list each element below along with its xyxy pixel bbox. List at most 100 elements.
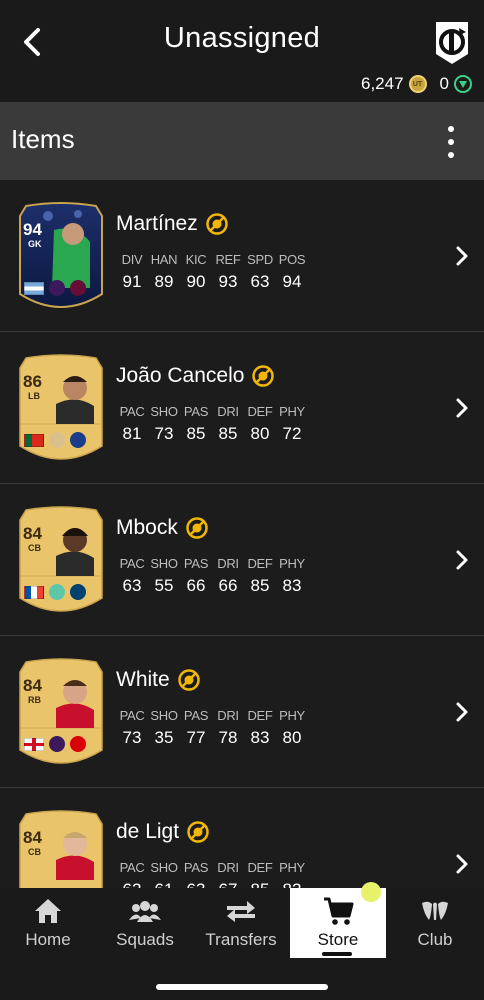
chevron-right-icon[interactable]: [452, 394, 472, 422]
stat-label: SHO: [150, 708, 178, 723]
card-position: LB: [28, 391, 40, 401]
stat-value: 91: [122, 272, 142, 291]
stat-value: 94: [282, 272, 302, 291]
card-position: GK: [28, 239, 42, 249]
player-card: 84 RB: [18, 658, 104, 774]
stat-label: DRI: [217, 708, 239, 723]
stat-value: 83: [282, 576, 302, 595]
stat: PAS 66: [180, 556, 212, 596]
stat-label: SHO: [150, 860, 178, 875]
france-flag-icon: [24, 585, 44, 599]
player-row[interactable]: 84 CB Mbock PAC 63 SHO 55 PAS 66 DRI 66 DEF 8…: [0, 484, 484, 636]
stat-label: KIC: [185, 252, 207, 267]
stat: PAS 63: [180, 860, 212, 888]
nav-home[interactable]: Home: [0, 888, 96, 958]
stat: PAS 85: [180, 404, 212, 444]
player-name: de Ligt: [116, 820, 209, 844]
fc-points-icon: [454, 75, 472, 93]
nav-label: Squads: [116, 930, 174, 949]
stat: REF 93: [212, 252, 244, 292]
nav-transfers[interactable]: Transfers: [193, 888, 289, 958]
stat-label: DEF: [247, 404, 273, 419]
stat-label: DIV: [121, 252, 143, 267]
chevron-right-icon[interactable]: [452, 242, 472, 270]
stat-value: 78: [218, 728, 238, 747]
player-stats: PAC 81 SHO 73 PAS 85 DRI 85 DEF 80 PHY 72: [116, 404, 308, 444]
stat: PHY 80: [276, 708, 308, 748]
stat-value: 93: [218, 272, 238, 291]
player-name-text: de Ligt: [116, 820, 180, 843]
page-title: Unassigned: [163, 22, 321, 54]
fc-logo-icon[interactable]: [432, 18, 472, 66]
stat-value: 85: [250, 576, 270, 595]
card-rating: 84: [23, 676, 42, 695]
untradeable-icon: [186, 517, 208, 539]
stat-value: 72: [282, 424, 302, 443]
stat-label: SHO: [150, 556, 178, 571]
stat-value: 67: [219, 880, 238, 888]
card-rating: 94: [23, 220, 42, 239]
card-position: CB: [28, 847, 41, 857]
stat-value: 62: [123, 880, 142, 888]
stat-value: 81: [122, 424, 142, 443]
bottom-navigation: Home Squads Transfers Store Club: [0, 882, 484, 1000]
stat: PAC 73: [116, 708, 148, 748]
store-cart-icon: [321, 896, 355, 926]
player-row[interactable]: 86 LB João Cancelo PAC 81 SHO 73 PAS 85 DRI…: [0, 332, 484, 484]
stat-label: PAC: [119, 556, 145, 571]
chevron-right-icon[interactable]: [452, 850, 472, 878]
player-stats: PAC 73 SHO 35 PAS 77 DRI 78 DEF 83 PHY 80: [116, 708, 308, 748]
player-card: 84 CB: [18, 506, 104, 622]
stat: DRI 78: [212, 708, 244, 748]
player-row[interactable]: 94 GK Martínez DIV 91 HAN 89 KIC 90 REF 93 S…: [0, 180, 484, 332]
chevron-right-icon[interactable]: [452, 546, 472, 574]
card-rating: 86: [23, 372, 42, 391]
more-options-icon[interactable]: [436, 124, 466, 160]
club-badge-icon: [70, 736, 86, 752]
player-name: Martínez: [116, 212, 228, 236]
stat: PAS 77: [180, 708, 212, 748]
currency-display: 6,247 UT 0: [361, 74, 472, 94]
chevron-right-icon[interactable]: [452, 698, 472, 726]
player-stats: PAC 62 SHO 61 PAS 63 DRI 67 DEF 85 PHY 82: [116, 860, 308, 888]
card-badges: [24, 736, 86, 752]
stat: DEF 83: [244, 708, 276, 748]
stat-value: 80: [282, 728, 302, 747]
nav-squads[interactable]: Squads: [97, 888, 193, 958]
stat-label: PAC: [119, 860, 145, 875]
stat-value: 63: [250, 272, 270, 291]
stat: PHY 83: [276, 556, 308, 596]
stat-value: 85: [251, 880, 270, 888]
card-rating: 84: [23, 524, 42, 543]
stat-value: 55: [154, 576, 174, 595]
card-badges: [24, 280, 86, 296]
league-badge-icon: [49, 432, 65, 448]
card-rating: 84: [23, 828, 42, 847]
nav-club[interactable]: Club: [387, 888, 483, 958]
stat-value: 90: [186, 272, 206, 291]
player-card: 94 GK: [18, 202, 104, 318]
stat-value: 73: [154, 424, 174, 443]
stat-label: SPD: [247, 252, 273, 267]
stat: DRI 66: [212, 556, 244, 596]
card-position: CB: [28, 543, 41, 553]
stat-value: 35: [154, 728, 174, 747]
stat: SHO 55: [148, 556, 180, 596]
card-badges: [24, 584, 86, 600]
stat: DEF 80: [244, 404, 276, 444]
nav-label: Home: [25, 930, 71, 949]
transfers-icon: [224, 896, 258, 926]
england-flag-icon: [24, 737, 44, 751]
nav-label: Store: [317, 930, 359, 949]
stat: HAN 89: [148, 252, 180, 292]
stat: SHO 35: [148, 708, 180, 748]
player-row[interactable]: 84 CB de Ligt PAC 62 SHO 61 PAS 63 DRI 67 DE…: [0, 788, 484, 888]
stat: DEF 85: [244, 556, 276, 596]
card-badges: [24, 432, 86, 448]
stat: DRI 67: [212, 860, 244, 888]
player-row[interactable]: 84 RB White PAC 73 SHO 35 PAS 77 DRI 78 DEF 8…: [0, 636, 484, 788]
stat-label: PHY: [279, 404, 305, 419]
club-icon: [418, 896, 452, 926]
stat-label: DRI: [217, 404, 239, 419]
league-badge-icon: [49, 584, 65, 600]
